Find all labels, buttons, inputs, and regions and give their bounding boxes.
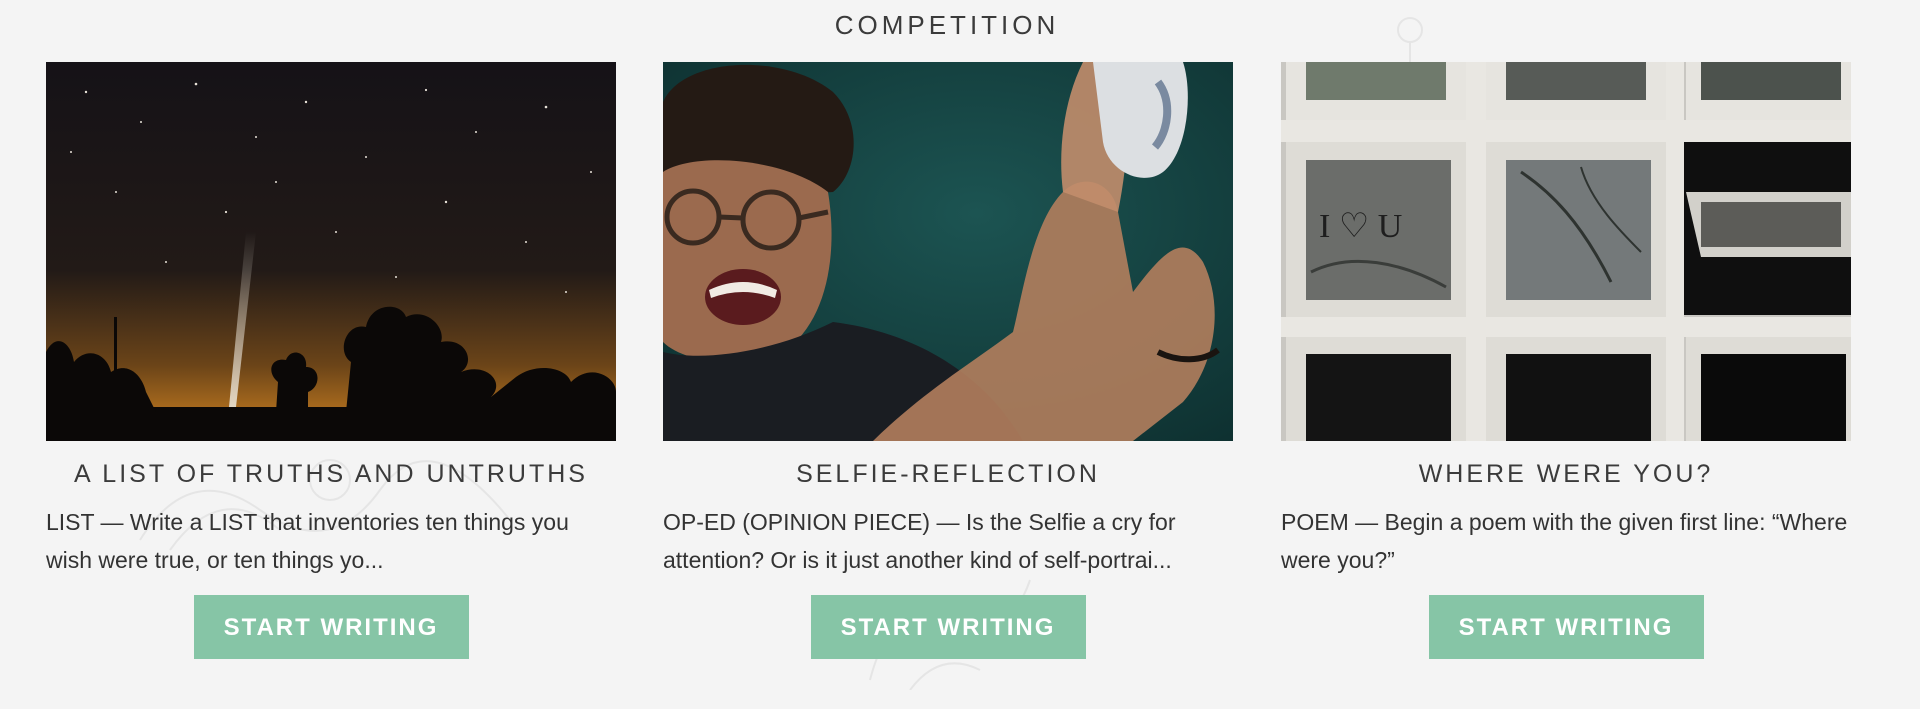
- start-writing-button[interactable]: START WRITING: [1428, 595, 1704, 659]
- window-grid-image[interactable]: I ♡ U: [1281, 62, 1851, 441]
- prompt-card: I ♡ U WHERE WERE YOU? POEM — Begin a poe…: [1281, 62, 1851, 659]
- card-title: WHERE WERE YOU?: [1418, 460, 1714, 488]
- card-description: OP-ED (OPINION PIECE) — Is the Selfie a …: [663, 509, 1176, 573]
- card-title: SELFIE-REFLECTION: [796, 460, 1100, 488]
- night-sky-image[interactable]: [46, 62, 616, 441]
- start-writing-button[interactable]: START WRITING: [810, 595, 1086, 659]
- prompt-card: SELFIE-REFLECTION OP-ED (OPINION PIECE) …: [663, 62, 1233, 659]
- card-description: LIST — Write a LIST that inventories ten…: [46, 509, 569, 573]
- competition-cards: A LIST OF TRUTHS AND UNTRUTHS LIST — Wri…: [46, 62, 1851, 682]
- graffiti-text: I ♡ U: [1319, 208, 1402, 245]
- card-description: POEM — Begin a poem with the given first…: [1281, 509, 1848, 573]
- card-title: A LIST OF TRUTHS AND UNTRUTHS: [74, 460, 588, 488]
- section-title: COMPETITION: [834, 10, 1060, 40]
- start-writing-button[interactable]: START WRITING: [193, 595, 469, 659]
- prompt-card: A LIST OF TRUTHS AND UNTRUTHS LIST — Wri…: [46, 62, 616, 659]
- selfie-image[interactable]: [663, 62, 1233, 441]
